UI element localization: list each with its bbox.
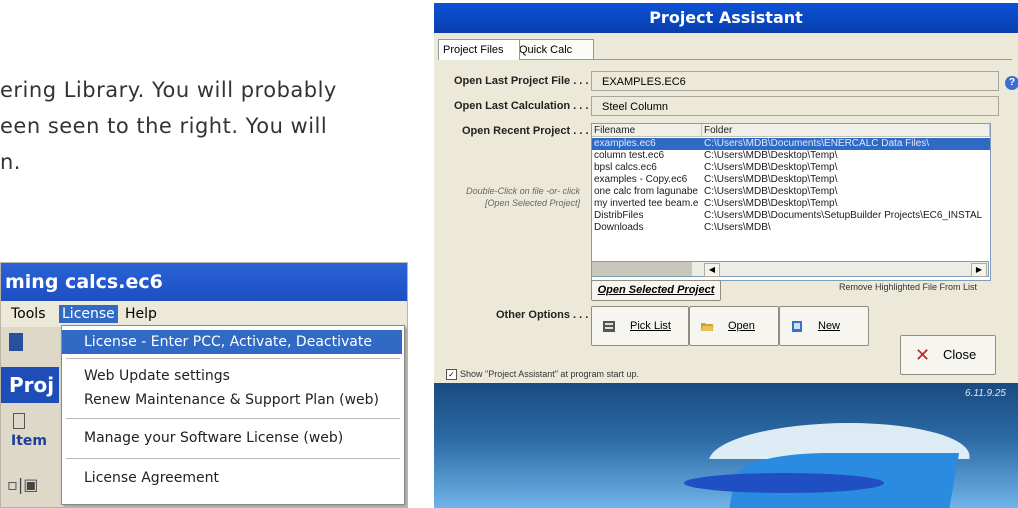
menu-item-license-agreement[interactable]: License Agreement	[62, 466, 402, 490]
list-item[interactable]: DistribFiles C:\Users\MDB\Documents\Setup…	[592, 210, 990, 222]
menu-tools[interactable]: Tools	[11, 306, 46, 322]
hint-text: Double-Click on file -or- click [Open Se…	[466, 186, 580, 208]
toolbar-bottom-icon: ▫|▣	[7, 475, 39, 494]
item-button-label[interactable]: Item	[11, 433, 47, 449]
menubar: Tools License Help	[1, 301, 407, 327]
show-at-startup-checkbox[interactable]: ✓	[446, 369, 457, 380]
last-project-button[interactable]: EXAMPLES.EC6	[591, 71, 999, 91]
label-other-options: Other Options . . .	[496, 309, 589, 321]
project-header: Proj	[1, 367, 59, 403]
doc-line-1: ering Library. You will probably	[0, 78, 337, 102]
window-title: Project Assistant	[434, 3, 1018, 33]
scroll-left-icon[interactable]: ◀	[704, 263, 720, 277]
column-header-filename[interactable]: Filename	[592, 124, 702, 137]
menu-item-web-update[interactable]: Web Update settings	[62, 364, 402, 388]
new-button[interactable]: New	[779, 306, 869, 346]
last-calc-button[interactable]: Steel Column	[591, 96, 999, 116]
pick-list-button[interactable]: Pick List	[591, 306, 689, 346]
close-icon: ✕	[915, 345, 931, 365]
menu-separator	[66, 418, 400, 419]
menu-separator	[66, 358, 400, 359]
menu-separator	[66, 458, 400, 459]
list-item[interactable]: bpsl calcs.ec6 C:\Users\MDB\Desktop\Temp\	[592, 162, 990, 174]
toolbar-icon[interactable]	[9, 333, 23, 351]
tab-quick-calc[interactable]: Quick Calc	[514, 39, 594, 60]
list-item[interactable]: column test.ec6 C:\Users\MDB\Desktop\Temp…	[592, 150, 990, 162]
column-header-folder[interactable]: Folder	[702, 124, 990, 137]
horizontal-scrollbar[interactable]: ◀ ▶	[591, 261, 989, 277]
folder-open-icon	[701, 323, 714, 331]
open-button[interactable]: Open	[689, 306, 779, 346]
license-menu-screenshot: ming calcs.ec6 Tools License Help Proj I…	[0, 262, 408, 508]
open-selected-project-button[interactable]: Open Selected Project	[591, 280, 721, 301]
list-item[interactable]: examples - Copy.ec6 C:\Users\MDB\Desktop\…	[592, 174, 990, 186]
tab-project-files[interactable]: Project Files	[438, 39, 520, 60]
label-recent: Open Recent Project . . .	[462, 125, 589, 137]
label-last-calc: Open Last Calculation . . .	[454, 100, 589, 112]
new-file-icon	[792, 321, 802, 332]
version-label: 6.11.9.25	[965, 388, 1006, 399]
menu-license[interactable]: License	[59, 305, 118, 323]
label-last-project: Open Last Project File . . .	[454, 75, 589, 87]
project-assistant-window: Project Assistant Project Files Quick Ca…	[434, 3, 1018, 508]
remove-highlighted-link[interactable]: Remove Highlighted File From List	[839, 282, 977, 292]
menu-item-license-enter[interactable]: License - Enter PCC, Activate, Deactivat…	[62, 330, 402, 354]
list-item[interactable]: one calc from lagunabe C:\Users\MDB\Deskt…	[592, 186, 990, 198]
list-item[interactable]: my inverted tee beam.e C:\Users\MDB\Deskt…	[592, 198, 990, 210]
list-item[interactable]: Downloads C:\Users\MDB\	[592, 222, 990, 234]
scroll-right-icon[interactable]: ▶	[971, 263, 987, 277]
item-icon	[13, 413, 25, 429]
doc-line-2: een seen to the right. You will	[0, 114, 328, 138]
scrollbar-thumb[interactable]	[592, 262, 692, 276]
window-title: ming calcs.ec6	[1, 263, 407, 301]
document-text: ering Library. You will probably een see…	[0, 72, 337, 180]
license-dropdown: License - Enter PCC, Activate, Deactivat…	[61, 325, 405, 505]
help-icon[interactable]: ?	[1005, 76, 1018, 90]
pick-list-icon	[603, 321, 615, 332]
list-item[interactable]: examples.ec6 C:\Users\MDB\Documents\ENERC…	[592, 138, 990, 150]
menu-help[interactable]: Help	[125, 306, 157, 322]
show-at-startup-label: Show "Project Assistant" at program star…	[460, 369, 639, 379]
menu-item-renew-maintenance[interactable]: Renew Maintenance & Support Plan (web)	[62, 388, 402, 412]
logo-wave	[684, 473, 884, 493]
doc-line-3: n.	[0, 150, 21, 174]
close-button[interactable]: ✕ Close	[900, 335, 996, 375]
recent-projects-list[interactable]: Filename Folder examples.ec6 C:\Users\MDB…	[591, 123, 991, 281]
menu-item-manage-license[interactable]: Manage your Software License (web)	[62, 426, 402, 450]
